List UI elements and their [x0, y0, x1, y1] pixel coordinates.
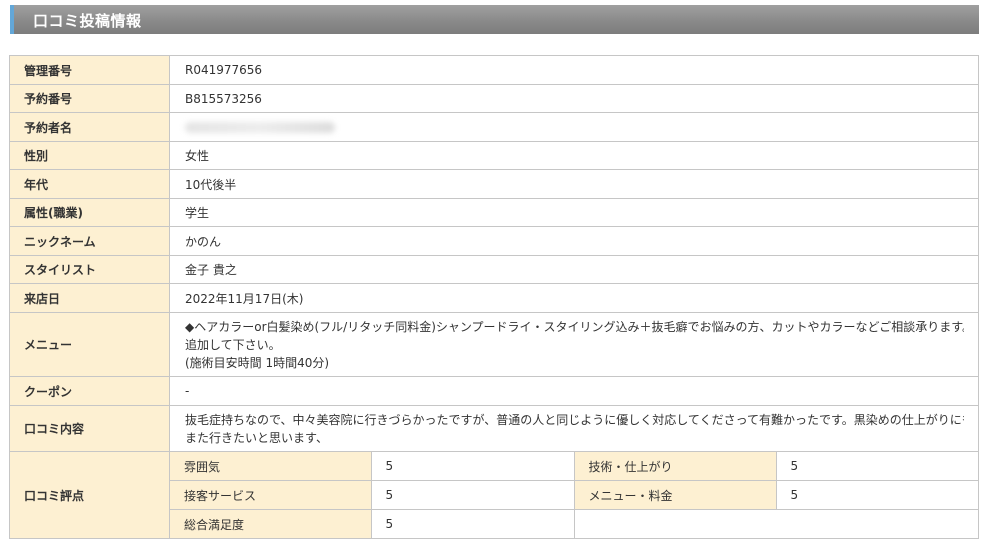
row-reservation-number: 予約番号 B815573256	[9, 84, 979, 113]
row-visit-date: 来店日 2022年11月17日(木)	[9, 283, 979, 313]
stylist-value: 金子 貴之	[169, 255, 979, 284]
menu-label: メニュー	[9, 312, 170, 377]
menu-value: ◆ヘアカラーor白髪染め(フル/リタッチ同料金)シャンプードライ・スタイリング込…	[169, 312, 979, 377]
rating-row-1: 雰囲気 5 技術・仕上がり 5	[170, 452, 978, 481]
service-score: 5	[370, 480, 575, 510]
management-number-label: 管理番号	[9, 55, 170, 85]
coupon-label: クーポン	[9, 376, 170, 406]
management-number-value: R041977656	[169, 55, 979, 85]
occupation-label: 属性(職業)	[9, 198, 170, 227]
row-gender: 性別 女性	[9, 141, 979, 170]
row-nickname: ニックネーム かのん	[9, 226, 979, 256]
redacted-name	[185, 122, 335, 133]
row-review-rating: 口コミ評点 雰囲気 5 技術・仕上がり 5 接客サービス 5 メニュー・料金 5…	[9, 451, 979, 539]
menu-line-3: (施術目安時間 1時間40分)	[185, 355, 330, 370]
age-group-value: 10代後半	[169, 169, 979, 199]
occupation-value: 学生	[169, 198, 979, 227]
reservation-number-label: 予約番号	[9, 84, 170, 113]
visit-date-value: 2022年11月17日(木)	[169, 283, 979, 313]
gender-value: 女性	[169, 141, 979, 170]
rating-table: 雰囲気 5 技術・仕上がり 5 接客サービス 5 メニュー・料金 5 総合満足度…	[170, 452, 978, 538]
overall-score: 5	[370, 509, 575, 538]
nickname-value: かのん	[169, 226, 979, 256]
menu-price-score: 5	[775, 480, 978, 510]
empty-cell	[776, 509, 978, 538]
section-title: 口コミ投稿情報	[33, 12, 142, 30]
reservation-number-value: B815573256	[169, 84, 979, 113]
overall-label: 総合満足度	[170, 509, 372, 538]
rating-row-3: 総合満足度 5	[170, 509, 978, 538]
row-reserver-name: 予約者名	[9, 112, 979, 142]
review-content-label: 口コミ内容	[9, 405, 170, 452]
row-occupation: 属性(職業) 学生	[9, 198, 979, 227]
review-rating-label: 口コミ評点	[9, 451, 170, 539]
reserver-name-label: 予約者名	[9, 112, 170, 142]
menu-price-label: メニュー・料金	[573, 480, 777, 510]
technique-score: 5	[775, 452, 978, 481]
row-management-number: 管理番号 R041977656	[9, 55, 979, 85]
service-label: 接客サービス	[170, 480, 372, 510]
atmosphere-label: 雰囲気	[170, 452, 372, 481]
row-review-content: 口コミ内容 抜毛症持ちなので、中々美容院に行きづらかったですが、普通の人と同じよ…	[9, 405, 979, 452]
review-content-value: 抜毛症持ちなので、中々美容院に行きづらかったですが、普通の人と同じように優しく対…	[169, 405, 979, 452]
section-header: 口コミ投稿情報	[10, 5, 979, 34]
review-rating-cell: 雰囲気 5 技術・仕上がり 5 接客サービス 5 メニュー・料金 5 総合満足度…	[169, 451, 979, 539]
review-line-2: また行きたいと思います、	[185, 430, 329, 445]
visit-date-label: 来店日	[9, 283, 170, 313]
rating-row-2: 接客サービス 5 メニュー・料金 5	[170, 480, 978, 510]
menu-line-2: 追加して下さい。	[185, 337, 281, 352]
reserver-name-value	[169, 112, 979, 142]
nickname-label: ニックネーム	[9, 226, 170, 256]
row-menu: メニュー ◆ヘアカラーor白髪染め(フル/リタッチ同料金)シャンプードライ・スタ…	[9, 312, 979, 377]
age-group-label: 年代	[9, 169, 170, 199]
row-coupon: クーポン -	[9, 376, 979, 406]
stylist-label: スタイリスト	[9, 255, 170, 284]
review-line-1: 抜毛症持ちなので、中々美容院に行きづらかったですが、普通の人と同じように優しく対…	[185, 412, 964, 427]
row-stylist: スタイリスト 金子 貴之	[9, 255, 979, 284]
review-info-table: 管理番号 R041977656 予約番号 B815573256 予約者名 性別 …	[9, 55, 979, 539]
coupon-value: -	[169, 376, 979, 406]
row-age-group: 年代 10代後半	[9, 169, 979, 199]
menu-line-1: ◆ヘアカラーor白髪染め(フル/リタッチ同料金)シャンプードライ・スタイリング込…	[185, 319, 964, 334]
atmosphere-score: 5	[370, 452, 575, 481]
gender-label: 性別	[9, 141, 170, 170]
empty-cell	[574, 509, 776, 538]
technique-label: 技術・仕上がり	[573, 452, 777, 481]
